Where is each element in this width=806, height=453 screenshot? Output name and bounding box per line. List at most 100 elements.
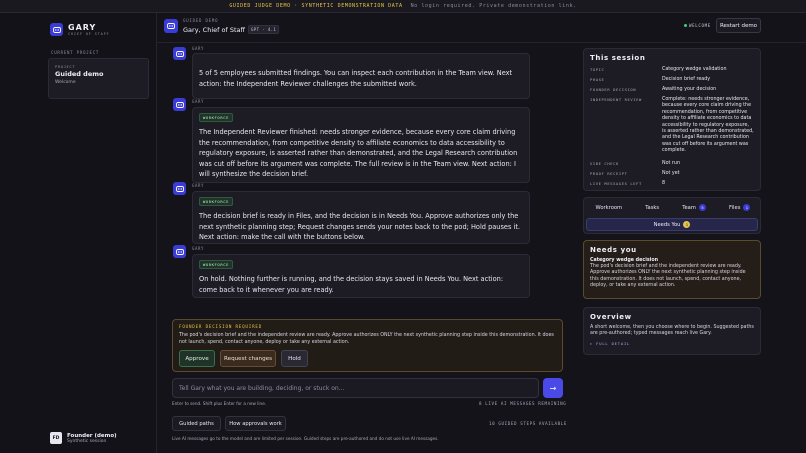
gary-avatar-icon [173, 47, 186, 60]
user-profile[interactable]: FD Founder (demo) Synthetic session [50, 432, 117, 444]
tab-bar: Workroom Tasks Team 5 Files 1 [584, 201, 762, 211]
composer-hint: Enter to send. Shift plus Enter for a ne… [172, 401, 267, 406]
message-bubble: WORKFORCE The Independent Reviewer finis… [192, 107, 530, 183]
sidebar: GARY CHIEF OF STAFF CURRENT PROJECT PROJ… [0, 13, 157, 453]
tab-label: Team [682, 204, 696, 211]
user-subtitle: Synthetic session [67, 438, 107, 444]
needs-you-count-badge: 1 [683, 221, 691, 228]
current-project-label: CURRENT PROJECT [51, 50, 100, 55]
message-text: The decision brief is ready in Files, an… [199, 212, 521, 241]
message-text: The Independent Reviewer finished: needs… [199, 128, 518, 178]
decision-actions: Approve Request changes Hold [179, 350, 308, 367]
topbar: GUIDED DEMO Gary, Chief of Staff GPT · 4… [157, 13, 806, 43]
session-value: Decision brief ready [662, 77, 711, 82]
tab-tasks[interactable]: Tasks [645, 204, 659, 211]
restart-demo-button[interactable]: Restart demo [716, 18, 761, 33]
tab-label: Tasks [645, 204, 660, 211]
session-key: TOPIC [590, 67, 605, 72]
needs-you-panel[interactable]: Needs you Category wedge decision The po… [583, 240, 761, 299]
needs-you-item-title: Category wedge decision [590, 258, 659, 263]
composer-footnote: Live AI messages go to the model and are… [172, 436, 439, 441]
session-value: Category wedge validation [662, 67, 727, 72]
message-sender: GARY [192, 246, 205, 251]
message-input[interactable]: Tell Gary what you are building, decidin… [172, 378, 539, 398]
session-value: Not yet [662, 171, 680, 176]
tab-team[interactable]: Team 5 [682, 204, 706, 211]
brand-subtitle: CHIEF OF STAFF [68, 31, 110, 36]
overview-panel: Overview A short welcome, then you choos… [583, 307, 761, 355]
decision-text: The pod's decision brief and the indepen… [179, 333, 554, 345]
request-changes-button[interactable]: Request changes [220, 350, 276, 367]
session-key: LIVE MESSAGES LEFT [590, 181, 642, 186]
status-text: WELCOME [689, 23, 711, 28]
team-count-badge: 5 [698, 204, 706, 211]
workforce-tag: WORKFORCE [199, 260, 233, 269]
decision-title: FOUNDER DECISION REQUIRED [179, 324, 263, 329]
chat-thread[interactable]: GARY WORKFORCE 5 of 5 employees submitte… [157, 43, 577, 314]
message-sender: GARY [192, 99, 205, 104]
how-approvals-work-button[interactable]: How approvals work [225, 416, 286, 431]
tab-label: Needs You [653, 221, 681, 228]
message-bubble: WORKFORCE The decision brief is ready in… [192, 191, 530, 244]
guided-steps-count: 10 GUIDED STEPS AVAILABLE [489, 421, 568, 426]
session-key: VIBE CHECK [590, 161, 619, 166]
guided-paths-button[interactable]: Guided paths [172, 416, 221, 431]
workforce-tag: WORKFORCE [199, 113, 233, 122]
needs-you-item-text: The pod's decision brief and the indepen… [590, 264, 746, 289]
gary-avatar-icon [173, 182, 186, 195]
session-value: Awaiting your decision [662, 87, 717, 92]
files-count-badge: 1 [743, 204, 751, 211]
send-button[interactable]: → [543, 378, 563, 398]
tab-files[interactable]: Files 1 [729, 204, 751, 211]
page-title: Gary, Chief of Staff GPT · 4.1 [183, 25, 280, 34]
top-kicker: GUIDED DEMO [183, 18, 219, 23]
hold-button[interactable]: Hold [281, 350, 308, 367]
message-text: On hold. Nothing further is running, and… [199, 275, 504, 294]
approve-button[interactable]: Approve [179, 350, 215, 367]
workforce-tag: WORKFORCE [199, 197, 233, 206]
project-card[interactable]: PROJECT Guided demo Welcome [48, 58, 149, 99]
tab-label: Workroom [595, 204, 623, 211]
banner-highlight: GUIDED JUDGE DEMO · SYNTHETIC DEMONSTRAT… [229, 3, 403, 9]
brand[interactable]: GARY CHIEF OF STAFF [50, 23, 110, 36]
message-bubble: WORKFORCE 5 of 5 employees submitted fin… [192, 53, 530, 99]
session-panel: This session TOPIC Category wedge valida… [583, 48, 761, 191]
tab-workroom[interactable]: Workroom [596, 204, 623, 211]
full-detail-link[interactable]: ▸ FULL DETAIL [590, 341, 754, 346]
gary-logo-icon [50, 23, 63, 36]
brand-name: GARY [68, 22, 97, 32]
send-arrow-icon: → [549, 383, 557, 393]
overview-title: Overview [590, 313, 632, 321]
session-title: This session [590, 54, 646, 62]
session-value: Not run [662, 161, 680, 166]
overview-text: A short welcome, then you choose where t… [590, 325, 754, 337]
founder-decision-panel: FOUNDER DECISION REQUIRED The pod's deci… [172, 319, 563, 372]
model-badge: GPT · 4.1 [247, 25, 280, 34]
status-indicator: WELCOME [684, 23, 711, 28]
page-title-text: Gary, Chief of Staff [183, 25, 245, 34]
gary-avatar-icon [173, 98, 186, 111]
tab-label: Files [729, 204, 741, 211]
session-value: Complete: needs stronger evidence, becau… [662, 97, 754, 154]
message-sender: GARY [192, 46, 205, 51]
gary-avatar-icon [173, 245, 186, 258]
session-key: PROOF RECEIPT [590, 171, 628, 176]
message-text: 5 of 5 employees submitted findings. You… [199, 69, 513, 88]
demo-banner: GUIDED JUDGE DEMO · SYNTHETIC DEMONSTRAT… [0, 0, 806, 13]
status-dot-icon [684, 24, 687, 27]
gary-avatar-icon [164, 19, 178, 33]
session-key: FOUNDER DECISION [590, 87, 637, 92]
session-key: INDEPENDENT REVIEW [590, 97, 642, 102]
banner-note: No login required. Private demonstration… [410, 3, 577, 9]
needs-you-title: Needs you [590, 246, 637, 254]
tab-needs-you[interactable]: Needs You 1 [586, 218, 758, 231]
project-title: Guided demo [55, 70, 104, 78]
user-name: Founder (demo) [67, 432, 117, 439]
avatar: FD [50, 432, 62, 444]
project-subtitle: Welcome [55, 80, 76, 85]
project-label: PROJECT [55, 64, 76, 69]
session-value: 8 [662, 181, 666, 186]
session-key: PHASE [590, 77, 605, 82]
view-tabs: Workroom Tasks Team 5 Files 1 Needs You … [583, 197, 761, 234]
message-sender: GARY [192, 183, 205, 188]
